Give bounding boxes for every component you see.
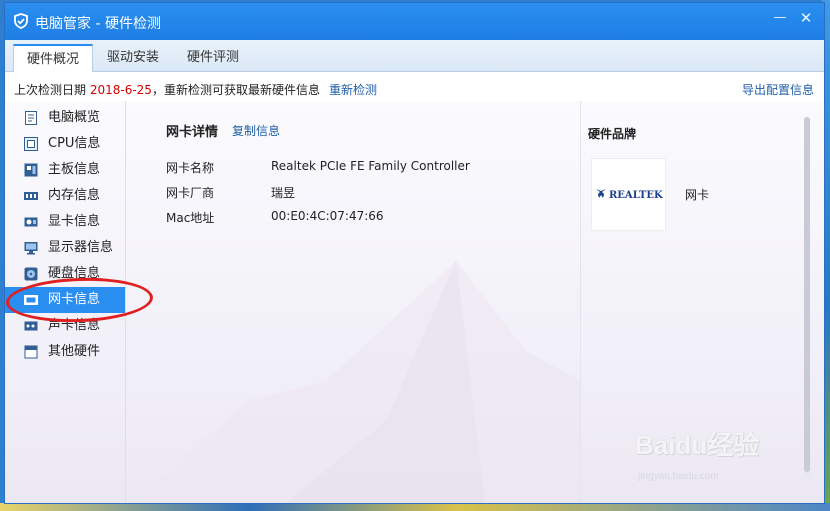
cpu-icon <box>24 137 38 151</box>
sidebar-item-memory[interactable]: 内存信息 <box>5 183 125 209</box>
sidebar-item-other-hardware[interactable]: 其他硬件 <box>5 339 125 365</box>
last-check-suffix: ，重新检测可获取最新硬件信息 <box>151 83 320 97</box>
hard-disk-icon <box>24 267 38 281</box>
tab-hardware-benchmark[interactable]: 硬件评测 <box>177 44 249 72</box>
hardware-sidebar: 电脑概览 CPU信息 主板信息 内存信息 显卡信息 显示器信息 硬盘信息 网卡信… <box>5 101 126 503</box>
window-title: 电脑管家 - 硬件检测 <box>35 16 161 32</box>
last-check-prefix: 上次检测日期 <box>14 83 90 97</box>
last-check-text: 上次检测日期 2018-6-25，重新检测可获取最新硬件信息 <box>14 81 320 98</box>
sidebar-item-label: 其他硬件 <box>48 344 101 359</box>
other-hardware-icon <box>24 345 38 359</box>
mac-address-value: 00:E0:4C:07:47:66 <box>271 209 384 223</box>
export-config-link[interactable]: 导出配置信息 <box>742 81 814 98</box>
hardware-brand-panel: 硬件品牌 REALTEK 网卡 <box>580 101 814 503</box>
sidebar-item-cpu[interactable]: CPU信息 <box>5 131 125 157</box>
network-card-details-title: 网卡详情 <box>166 125 219 140</box>
realtek-crab-icon: REALTEK <box>596 189 663 201</box>
sidebar-item-label: 网卡信息 <box>48 292 101 307</box>
sidebar-item-label: 显示器信息 <box>48 240 114 255</box>
clipboard-icon <box>25 111 37 125</box>
nic-vendor-label: 网卡厂商 <box>166 186 215 200</box>
motherboard-icon <box>24 163 38 177</box>
tab-hardware-overview[interactable]: 硬件概况 <box>13 44 93 72</box>
title-bar[interactable]: 电脑管家 - 硬件检测 — ✕ <box>5 3 824 40</box>
desktop-taskbar-strip <box>0 503 830 511</box>
main-content: 电脑概览 CPU信息 主板信息 内存信息 显卡信息 显示器信息 硬盘信息 网卡信… <box>5 101 824 503</box>
tab-bar: 硬件概况 驱动安装 硬件评测 <box>5 40 824 72</box>
brand-panel-scrollbar[interactable] <box>804 117 810 477</box>
recheck-link[interactable]: 重新检测 <box>329 81 377 98</box>
network-card-icon <box>24 295 38 305</box>
hardware-brand-name: 网卡 <box>685 188 710 202</box>
sidebar-item-sound-card[interactable]: 声卡信息 <box>5 313 125 339</box>
tab-driver-install[interactable]: 驱动安装 <box>97 44 169 72</box>
graphics-card-icon <box>24 217 38 227</box>
sidebar-item-label: 声卡信息 <box>48 318 101 333</box>
sidebar-item-overview[interactable]: 电脑概览 <box>5 105 125 131</box>
scrollbar-thumb[interactable] <box>804 117 810 472</box>
nic-name-label: 网卡名称 <box>166 161 215 175</box>
close-button[interactable]: ✕ <box>798 11 814 26</box>
sidebar-item-label: 电脑概览 <box>48 110 101 125</box>
mac-address-label: Mac地址 <box>166 211 215 225</box>
memory-icon <box>24 192 38 200</box>
last-check-date: 2018-6-25 <box>89 83 152 97</box>
brand-logo-text: REALTEK <box>609 190 663 201</box>
sidebar-item-label: CPU信息 <box>48 136 101 151</box>
sidebar-item-label: 显卡信息 <box>48 214 101 229</box>
shield-logo-icon <box>14 13 28 29</box>
nic-vendor-value: 瑞昱 <box>271 186 296 200</box>
sidebar-item-label: 主板信息 <box>48 162 101 177</box>
sidebar-item-network-card[interactable]: 网卡信息 <box>5 287 125 313</box>
background-mountain-art <box>134 261 581 503</box>
minimize-button[interactable]: — <box>772 11 788 25</box>
sound-card-icon <box>24 321 38 331</box>
copy-info-link[interactable]: 复制信息 <box>232 122 280 139</box>
hardware-check-window: 电脑管家 - 硬件检测 — ✕ 硬件概况 驱动安装 硬件评测 上次检测日期 20… <box>4 2 825 504</box>
sidebar-item-motherboard[interactable]: 主板信息 <box>5 157 125 183</box>
last-check-bar: 上次检测日期 2018-6-25，重新检测可获取最新硬件信息 重新检测 导出配置… <box>5 72 824 101</box>
sidebar-item-label: 硬盘信息 <box>48 266 101 281</box>
monitor-icon <box>24 242 38 255</box>
sidebar-item-graphics[interactable]: 显卡信息 <box>5 209 125 235</box>
sidebar-item-hard-disk[interactable]: 硬盘信息 <box>5 261 125 287</box>
realtek-logo: REALTEK <box>591 158 666 231</box>
nic-name-value: Realtek PCIe FE Family Controller <box>271 159 470 173</box>
sidebar-item-label: 内存信息 <box>48 188 101 203</box>
hardware-brand-title: 硬件品牌 <box>588 127 637 141</box>
sidebar-item-monitor[interactable]: 显示器信息 <box>5 235 125 261</box>
